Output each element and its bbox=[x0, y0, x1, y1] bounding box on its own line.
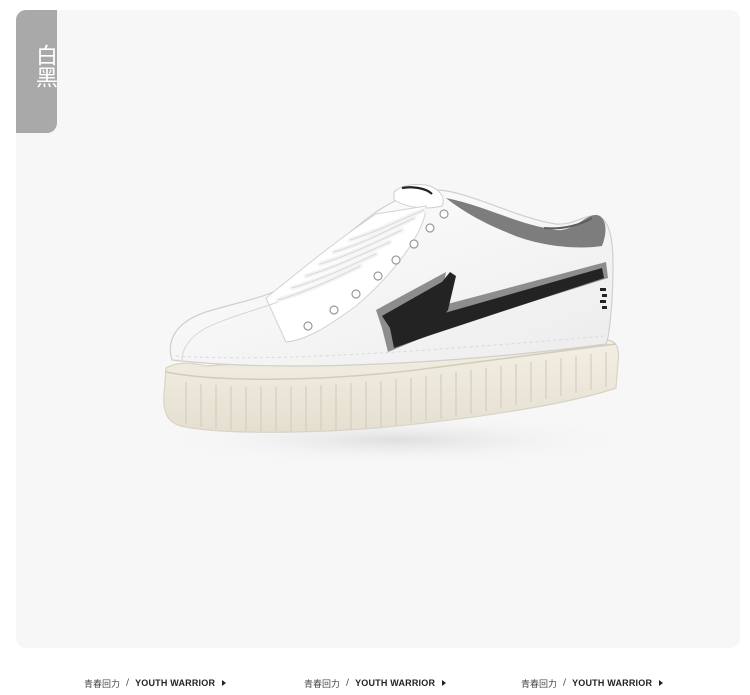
brand-name-en: YOUTH WARRIOR bbox=[135, 678, 216, 688]
color-variant-label: 白黑 bbox=[32, 44, 57, 88]
brand-name-cn: 青春回力 bbox=[521, 679, 558, 690]
brand-name-cn: 青春回力 bbox=[304, 679, 341, 690]
product-page: 白黑 青春回力 / YOUTH WARRIOR 青春回力 / YOUTH WAR… bbox=[0, 0, 750, 695]
product-photo bbox=[16, 10, 740, 648]
brand-separator: / bbox=[563, 678, 567, 688]
play-arrow-icon bbox=[222, 680, 227, 686]
brand-footer: 青春回力 / YOUTH WARRIOR 青春回力 / YOUTH WARRIO… bbox=[0, 648, 750, 695]
brand-name-cn: 青春回力 bbox=[84, 679, 121, 690]
brand-mark-3: 青春回力 / YOUTH WARRIOR bbox=[521, 676, 664, 690]
brand-name-en: YOUTH WARRIOR bbox=[355, 678, 436, 688]
brand-mark-2: 青春回力 / YOUTH WARRIOR bbox=[304, 676, 447, 690]
brand-name-en: YOUTH WARRIOR bbox=[572, 678, 653, 688]
brand-separator: / bbox=[126, 678, 130, 688]
brand-separator: / bbox=[346, 678, 350, 688]
color-variant-tag: 白黑 bbox=[16, 10, 57, 133]
brand-mark-1: 青春回力 / YOUTH WARRIOR bbox=[84, 676, 227, 690]
play-arrow-icon bbox=[659, 680, 664, 686]
sneaker-image bbox=[156, 183, 636, 466]
play-arrow-icon bbox=[442, 680, 447, 686]
